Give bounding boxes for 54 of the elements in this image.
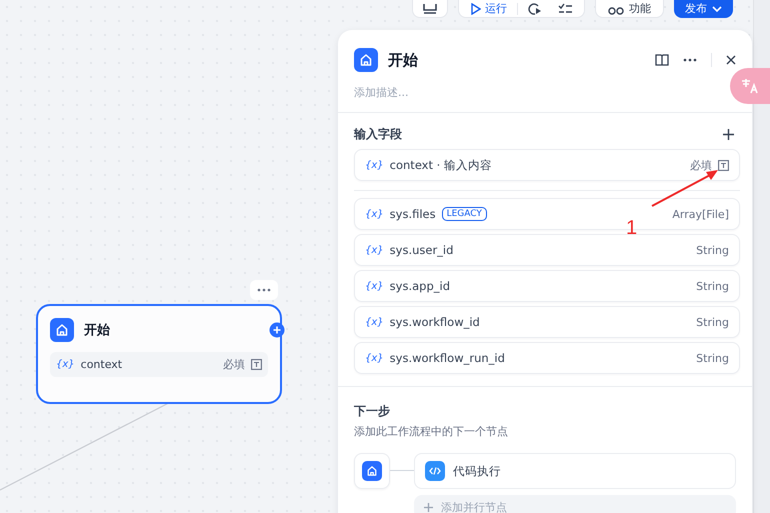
variable-type: Array[File] — [672, 208, 729, 220]
scrollbar[interactable] — [753, 0, 770, 513]
home-icon — [354, 48, 378, 72]
caret-icon — [712, 4, 722, 12]
variable-name: sys.workflow_id — [390, 315, 480, 329]
start-node-card[interactable]: 开始 {x} context 必填 — [36, 304, 282, 404]
add-node-button[interactable] — [269, 322, 285, 338]
publish-button[interactable]: 发布 — [674, 0, 733, 18]
text-input-icon — [718, 160, 729, 170]
variable-icon: {x} — [56, 359, 75, 370]
variable-type: String — [696, 316, 729, 328]
variable-icon: {x} — [365, 316, 384, 328]
input-field-row[interactable]: {x} context · 输入内容 必填 — [354, 149, 740, 181]
section-title: 输入字段 — [354, 126, 402, 143]
book-icon[interactable] — [655, 54, 669, 66]
text-input-icon — [251, 359, 262, 370]
variable-name: sys.workflow_run_id — [390, 351, 505, 365]
legacy-badge: LEGACY — [442, 207, 487, 221]
section-description: 添加此工作流程中的下一个节点 — [354, 424, 509, 439]
close-icon[interactable] — [726, 55, 736, 65]
description-field[interactable]: 添加描述... — [354, 86, 604, 99]
variable-icon: {x} — [365, 208, 384, 220]
required-label: 必填 — [223, 357, 245, 372]
annotation-number: 1 — [626, 217, 638, 240]
features-button[interactable]: 功能 — [595, 0, 664, 18]
variable-type: String — [696, 280, 729, 292]
variable-name: sys.app_id — [390, 279, 450, 293]
variable-name: sys.user_id — [390, 243, 454, 257]
more-button[interactable] — [250, 280, 278, 300]
next-node-card[interactable]: 代码执行 — [414, 453, 736, 489]
code-icon — [425, 461, 445, 481]
more-icon[interactable] — [683, 58, 697, 62]
variable-type: String — [696, 352, 729, 364]
required-label: 必填 — [690, 158, 712, 172]
home-icon — [362, 461, 382, 481]
plus-icon[interactable] — [723, 129, 734, 140]
node-title: 开始 — [84, 322, 110, 339]
play-icon — [471, 2, 481, 14]
panel-title: 开始 — [388, 50, 418, 70]
section-title: 下一步 — [354, 403, 391, 420]
field-name: context · 输入内容 — [390, 158, 492, 172]
variable-icon: {x} — [365, 280, 384, 292]
plus-icon — [424, 502, 433, 512]
env-button[interactable] — [412, 0, 448, 18]
variable-name: sys.files — [390, 207, 436, 221]
translate-icon — [740, 78, 758, 94]
variable-icon: {x} — [365, 244, 384, 256]
home-icon — [50, 318, 74, 342]
more-icon — [257, 288, 271, 292]
variable-type: String — [696, 244, 729, 256]
variable-name: context — [80, 358, 124, 371]
node-name: 代码执行 — [453, 464, 501, 478]
variable-icon: {x} — [365, 160, 384, 170]
variable-icon: {x} — [365, 352, 384, 364]
